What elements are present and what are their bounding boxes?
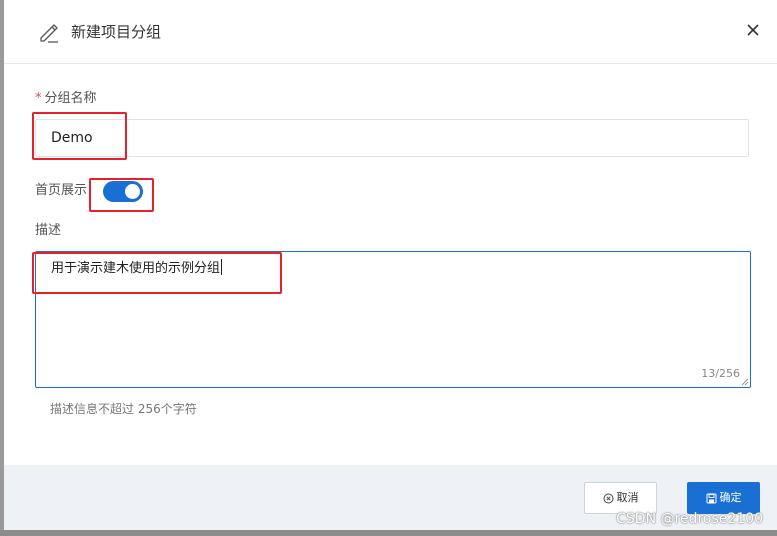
annotation-box-name <box>32 112 127 160</box>
window-left-edge <box>0 0 4 536</box>
edit-pencil-icon <box>40 24 58 43</box>
window-bottom-edge <box>0 530 777 536</box>
cancel-button[interactable]: 取消 <box>584 482 657 514</box>
watermark: CSDN @redrose2100 <box>616 511 763 527</box>
description-label: 描述 <box>35 223 62 238</box>
required-mark: * <box>35 91 42 106</box>
group-name-label: * 分组名称 <box>35 90 97 108</box>
confirm-button-label: 确定 <box>719 491 742 504</box>
description-hint: 描述信息不超过 256个字符 <box>50 402 197 416</box>
annotation-box-toggle <box>89 178 154 212</box>
group-name-input[interactable]: Demo <box>35 119 749 157</box>
group-name-label-text: 分组名称 <box>44 91 97 106</box>
annotation-box-description <box>32 252 282 294</box>
dialog-title: 新建项目分组 <box>71 23 162 41</box>
save-disk-icon <box>706 493 716 503</box>
homepage-display-label: 首页展示 <box>35 183 88 198</box>
dialog-header: 新建项目分组 <box>4 0 777 64</box>
circle-x-icon <box>603 493 613 503</box>
resize-grip-icon[interactable] <box>741 378 749 386</box>
close-icon[interactable] <box>742 19 764 41</box>
confirm-button[interactable]: 确定 <box>687 482 760 514</box>
description-char-counter: 13/256 <box>701 367 740 380</box>
cancel-button-label: 取消 <box>616 491 639 504</box>
